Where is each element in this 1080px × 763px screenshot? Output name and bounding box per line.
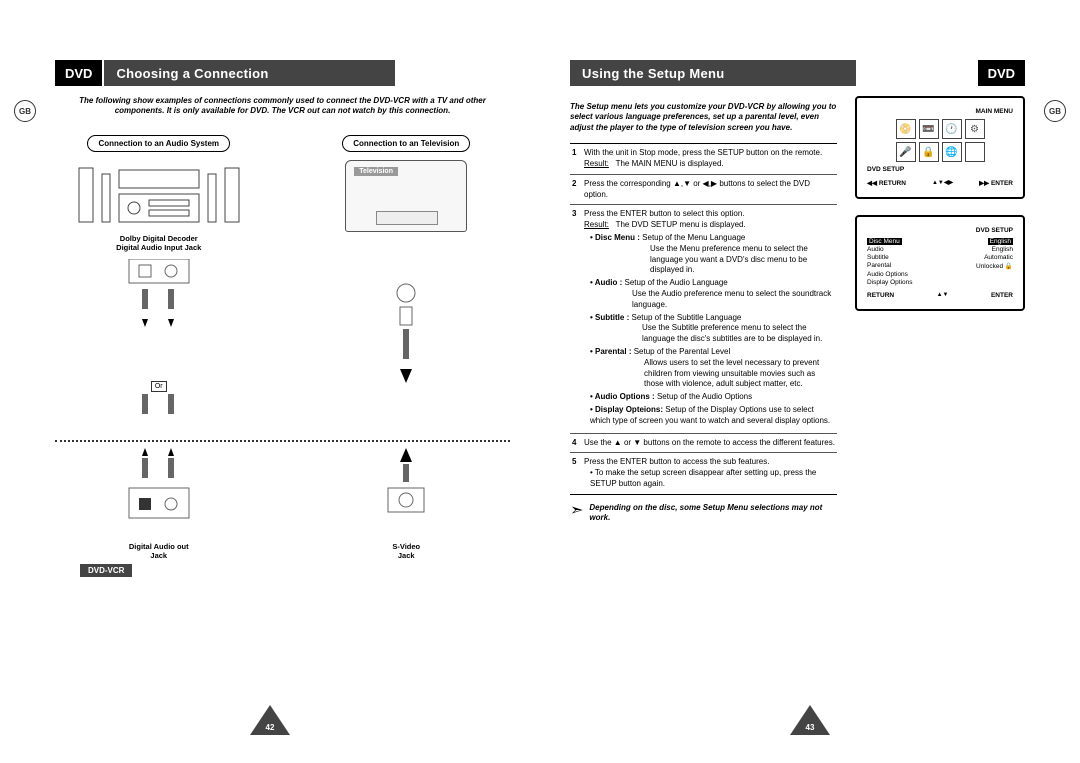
osd1-title: MAIN MENU [867,108,1013,115]
cable-svideo-upper [366,259,446,419]
step-3: 3 Press the ENTER button to select this … [570,205,837,433]
grid-icon [965,142,985,162]
note-row: ➣ Depending on the disc, some Setup Menu… [570,503,837,525]
cable-diagrams-lower: Digital Audio out Jack DVD-VCR S-Video J [55,448,510,561]
audio-system-diagram [74,160,244,230]
page-number-43: 43 [806,723,815,732]
osd1-icon-grid: 📀 📼 🕐 ⚙ 🎤 🔒 🌐 [867,119,1013,162]
cable-optical-coax-lower [119,394,199,434]
dvdvcr-label: DVD-VCR [80,564,132,577]
title-bar-right: Using the Setup Menu DVD [570,60,1025,86]
page-42: GB DVD Choosing a Connection The followi… [0,0,540,763]
tv-label: Television [354,167,398,176]
cable-diagrams-upper: Or [55,259,510,434]
dolby-caption: Dolby Digital Decoder Digital Audio Inpu… [116,234,201,253]
note-text: Depending on the disc, some Setup Menu s… [589,503,837,525]
intro-left: The following show examples of connectio… [75,96,490,117]
osd-main-menu: MAIN MENU 📀 📼 🕐 ⚙ 🎤 🔒 🌐 DVD SETUP ◀◀ RET… [855,96,1025,199]
dvd-tag: DVD [55,60,102,86]
connection-diagrams-top: Connection to an Audio System Dolby Digi… [55,135,510,253]
gb-badge-right: GB [1044,100,1066,122]
gb-badge: GB [14,100,36,122]
page-title: Choosing a Connection [104,60,395,86]
grid-icon: 🎤 [896,142,916,162]
dvd-tag-right: DVD [978,60,1025,86]
svideo-caption: S-Video Jack [392,542,420,561]
page-number-42: 42 [266,723,275,732]
cable-to-dvdvcr-right [366,448,446,538]
grid-icon: 📼 [919,119,939,139]
osd2-title: DVD SETUP [867,227,1013,234]
conn-audio-label: Connection to an Audio System [87,135,230,152]
or-label: Or [151,381,167,392]
page-43: GB Using the Setup Menu DVD The Setup me… [540,0,1080,763]
dotted-divider [55,440,510,442]
grid-icon: 📀 [896,119,916,139]
step-1: 1 With the unit in Stop mode, press the … [570,144,837,175]
page-title-right: Using the Setup Menu [570,60,856,86]
cable-optical-coax [119,259,199,379]
cable-to-dvdvcr-left [119,448,199,538]
title-bar-left: DVD Choosing a Connection [55,60,510,86]
manual-spread: GB DVD Choosing a Connection The followi… [0,0,1080,763]
step-5: 5 Press the ENTER button to access the s… [570,453,837,493]
digital-audio-out-caption: Digital Audio out Jack [129,542,189,561]
osd2-menu-list: Disc MenuEnglish AudioEnglish SubtitleAu… [867,238,1013,286]
grid-icon: ⚙ [965,119,985,139]
steps-table: 1 With the unit in Stop mode, press the … [570,143,837,495]
conn-tv-label: Connection to an Television [342,135,470,152]
grid-icon: 🕐 [942,119,962,139]
intro-right: The Setup menu lets you customize your D… [570,102,837,133]
tv-diagram: Television [345,160,467,232]
step-4: 4 Use the ▲ or ▼ buttons on the remote t… [570,434,837,454]
osd-dvd-setup: DVD SETUP Disc MenuEnglish AudioEnglish … [855,215,1025,311]
note-arrow-icon: ➣ [570,503,583,519]
osd1-dvd-setup: DVD SETUP [867,166,1013,173]
step-2: 2 Press the corresponding ▲,▼ or ◀,▶ but… [570,175,837,206]
grid-icon: 🌐 [942,142,962,162]
grid-icon: 🔒 [919,142,939,162]
